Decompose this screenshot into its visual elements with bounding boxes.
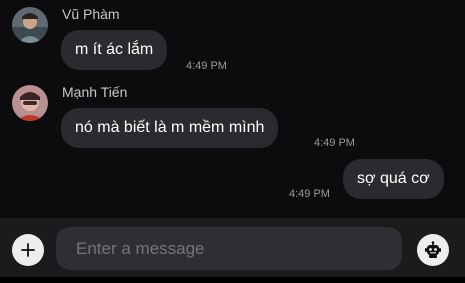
sender-name: Vũ Phàm: [62, 6, 120, 22]
message-input[interactable]: [56, 227, 402, 270]
message-composer: [0, 218, 465, 283]
user-avatar-icon: [12, 7, 48, 43]
avatar-vu-pham[interactable]: [12, 7, 48, 43]
message-time: 4:49 PM: [186, 60, 227, 72]
bot-button[interactable]: [417, 234, 449, 266]
message-bubble[interactable]: nó mà biết là m mềm mình: [61, 108, 279, 148]
avatar-manh-tien[interactable]: [12, 85, 48, 121]
message-bubble[interactable]: m ít ác lắm: [61, 30, 168, 70]
message-time: 4:49 PM: [314, 137, 355, 149]
sender-name: Mạnh Tiến: [62, 84, 128, 100]
bottom-edge: [0, 277, 465, 283]
add-attachment-button[interactable]: [12, 234, 44, 266]
message-list: Vũ Phàm m ít ác lắm 4:49 PM Mạnh Tiến nó…: [0, 0, 465, 218]
user-avatar-icon: [12, 85, 48, 121]
message-bubble[interactable]: sợ quá cơ: [343, 159, 444, 199]
message-time: 4:49 PM: [289, 188, 330, 200]
bot-icon: [425, 241, 441, 258]
plus-icon: [21, 243, 35, 257]
